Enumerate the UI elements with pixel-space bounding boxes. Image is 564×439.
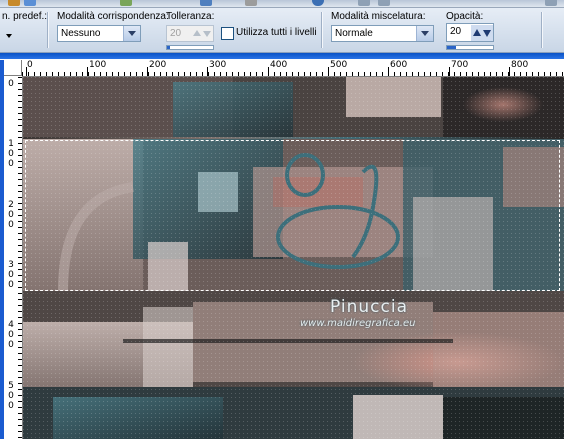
ruler-label: 5: [8, 381, 14, 391]
match-mode-select[interactable]: Nessuno: [57, 25, 141, 42]
open-icon[interactable]: [8, 0, 20, 6]
chevron-down-icon[interactable]: [416, 26, 433, 41]
ruler-label: 0: [8, 159, 14, 169]
preset-label: n. predef.:: [2, 11, 48, 22]
blend-mode-select[interactable]: Normale: [331, 25, 434, 42]
opacity-value: 20: [450, 26, 462, 37]
ruler-label: 0: [8, 220, 14, 230]
ruler-label: 1: [8, 139, 14, 149]
ruler-label: 200: [149, 60, 167, 70]
ruler-label: 4: [8, 320, 14, 330]
separator: [321, 12, 323, 48]
ruler-label: 700: [451, 60, 469, 70]
ruler-label: 0: [8, 79, 14, 89]
tolerance-slider[interactable]: [166, 45, 214, 50]
ruler-label: 2: [8, 200, 14, 210]
watermark-url: www.maidiregrafica.eu: [300, 318, 416, 329]
vertical-ruler: 0 1 0 0 2 0 0 3 0 0 4 0 0 5 0 0: [4, 77, 23, 439]
ruler-label: 0: [27, 60, 33, 70]
ruler-corner: [4, 60, 22, 76]
opacity-slider[interactable]: [446, 45, 494, 50]
ruler-label: 100: [89, 60, 107, 70]
ruler-label: 3: [8, 260, 14, 270]
opacity-slider-fill: [447, 46, 456, 49]
opacity-spin-buttons[interactable]: [471, 25, 493, 41]
ruler-label: 0: [8, 280, 14, 290]
chevron-down-icon: [6, 34, 12, 38]
use-all-layers-label: Utilizza tutti i livelli: [236, 27, 317, 38]
help-icon[interactable]: [312, 0, 324, 6]
ruler-label: 0: [8, 149, 14, 159]
separator: [47, 12, 49, 48]
ruler-label: 0: [8, 270, 14, 280]
tolerance-spinner[interactable]: 20: [166, 25, 214, 42]
opacity-spinner[interactable]: 20: [446, 23, 494, 42]
tolerance-value: 20: [170, 28, 182, 39]
up-down-arrow-icon: [193, 30, 211, 37]
chevron-down-icon[interactable]: [123, 26, 140, 41]
toolbar-icon[interactable]: [358, 0, 370, 6]
tolerance-label: Tolleranza:: [166, 11, 215, 22]
preset-dropdown-button[interactable]: [3, 30, 15, 42]
ruler-label: 0: [8, 391, 14, 401]
up-down-arrow-icon: [471, 25, 493, 41]
ruler-label: 0: [8, 210, 14, 220]
toolbar-icon[interactable]: [378, 0, 390, 6]
blend-mode-label: Modalità miscelatura:: [331, 11, 426, 22]
match-mode-label: Modalità corrispondenza:: [57, 11, 169, 22]
ruler-label: 400: [270, 60, 288, 70]
horizontal-ruler: 0 100 200 300 400 500 600 700 800: [22, 60, 564, 77]
separator: [541, 12, 543, 48]
tool-options-bar: n. predef.: Modalità corrispondenza: Nes…: [0, 8, 564, 53]
ruler-label: 600: [390, 60, 408, 70]
toolbar-icon[interactable]: [200, 0, 212, 6]
ruler-label: 0: [8, 340, 14, 350]
toolbar-icon[interactable]: [245, 0, 257, 6]
opacity-label: Opacità:: [446, 11, 484, 22]
save-icon[interactable]: [24, 0, 36, 6]
ruler-label: 0: [8, 401, 14, 411]
use-all-layers-checkbox[interactable]: [221, 27, 234, 40]
ruler-label: 500: [330, 60, 348, 70]
blend-mode-value: Normale: [335, 28, 373, 39]
ruler-label: 0: [8, 330, 14, 340]
main-toolbar: [0, 0, 564, 8]
ruler-label: 800: [511, 60, 529, 70]
match-mode-value: Nessuno: [61, 28, 101, 39]
selection-marquee: [25, 140, 560, 291]
toolbar-icon[interactable]: [120, 0, 132, 6]
tolerance-slider-fill: [167, 46, 170, 49]
image-window-titlebar: [0, 53, 564, 59]
ruler-label: 300: [209, 60, 227, 70]
tolerance-spin-buttons[interactable]: [191, 26, 213, 41]
watermark-name: Pinuccia: [330, 297, 408, 317]
toolbar-icon[interactable]: [545, 0, 557, 6]
